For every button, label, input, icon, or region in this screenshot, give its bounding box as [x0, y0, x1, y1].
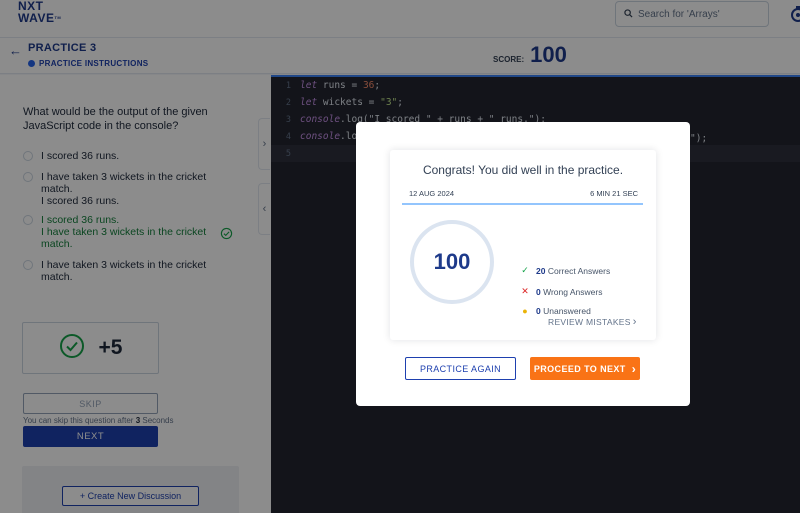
review-mistakes-link[interactable]: REVIEW MISTAKES › — [548, 316, 637, 328]
proceed-label: PROCEED TO NEXT — [533, 363, 626, 374]
modal-score-value: 100 — [433, 249, 471, 274]
divider — [402, 203, 643, 205]
check-icon: ✓ — [521, 265, 529, 275]
practice-again-button[interactable]: PRACTICE AGAIN — [405, 357, 516, 380]
chevron-right-icon: › — [632, 316, 637, 328]
cross-icon: ✕ — [521, 286, 529, 296]
results-modal: Congrats! You did well in the practice. … — [356, 122, 690, 406]
practice-duration: 6 MIN 21 SEC — [590, 189, 638, 198]
results-card: Congrats! You did well in the practice. … — [390, 150, 656, 340]
score-ring: 100 — [410, 220, 494, 304]
stat-correct: ✓ 20 Correct Answers — [521, 265, 611, 276]
proceed-to-next-button[interactable]: PROCEED TO NEXT › — [530, 357, 640, 380]
congrats-title: Congrats! You did well in the practice. — [422, 163, 624, 177]
stat-unanswered: ● 0 Unanswered — [520, 306, 591, 316]
practice-date: 12 AUG 2024 — [409, 189, 455, 198]
dot-icon: ● — [522, 306, 528, 316]
chevron-right-icon: › — [631, 361, 637, 376]
stat-wrong: ✕ 0 Wrong Answers — [521, 286, 603, 297]
